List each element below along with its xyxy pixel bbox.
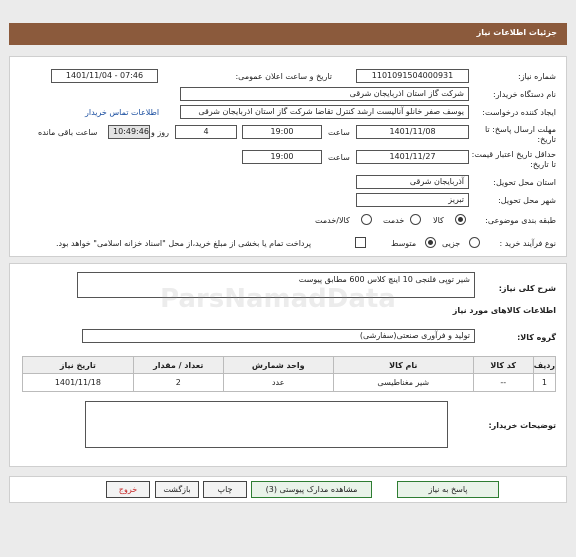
province-label: استان محل تحویل: bbox=[493, 178, 556, 187]
cell-qty: 2 bbox=[132, 373, 224, 392]
city-label: شهر محل تحویل: bbox=[498, 196, 556, 205]
goods-group-field: تولید و فرآوری صنعتی(سفارشی) bbox=[82, 329, 475, 343]
view-attachments-button[interactable]: مشاهده مدارک پیوستی (3) bbox=[251, 481, 372, 498]
treasury-note: پرداخت تمام یا بخشی از مبلغ خرید،از محل … bbox=[56, 239, 312, 248]
days-label: روز و bbox=[151, 128, 169, 137]
buyer-contact-link[interactable]: اطلاعات تماس خریدار bbox=[85, 108, 159, 117]
deadline-label: مهلت ارسال پاسخ: تا تاریخ: bbox=[484, 125, 556, 144]
category-both-label: کالا/خدمت bbox=[315, 216, 350, 225]
category-service-label: خدمت bbox=[383, 216, 405, 225]
city-field: تبریز bbox=[356, 193, 469, 207]
need-number-field: 1101091504000931 bbox=[356, 69, 469, 83]
cell-code: -- bbox=[472, 373, 534, 392]
process-medium-radio[interactable] bbox=[425, 237, 436, 248]
page-title: جزئیات اطلاعات نیاز bbox=[476, 28, 557, 37]
print-button[interactable]: چاپ bbox=[203, 481, 247, 498]
buyer-notes-label: توضیحات خریدار: bbox=[488, 421, 556, 430]
need-info-panel: شماره نیاز: 1101091504000931 تاریخ و ساع… bbox=[9, 56, 567, 257]
cell-need-date: 1401/11/18 bbox=[22, 373, 134, 392]
process-medium-label: متوسط bbox=[391, 239, 417, 248]
validity-time-label: ساعت bbox=[328, 153, 350, 162]
col-unit: واحد شمارش bbox=[222, 356, 334, 374]
table-row: 1 -- شیر مغناطیسی عدد 2 1401/11/18 bbox=[22, 373, 557, 392]
creator-field: یوسف صفر خانلو آنالیست ارشد کنترل تقاضا … bbox=[180, 105, 469, 119]
back-button[interactable]: بازگشت bbox=[155, 481, 199, 498]
deadline-time-field: 19:00 bbox=[242, 125, 322, 139]
col-name: نام کالا bbox=[332, 356, 474, 374]
col-qty: تعداد / مقدار bbox=[132, 356, 224, 374]
summary-label: شرح کلی نیاز: bbox=[498, 284, 556, 293]
announce-date-field: 1401/11/04 - 07:46 bbox=[51, 69, 158, 83]
validity-date-field: 1401/11/27 bbox=[356, 150, 469, 164]
process-type-label: نوع فرآیند خرید : bbox=[499, 239, 556, 248]
buyer-org-label: نام دستگاه خریدار: bbox=[493, 90, 556, 99]
col-code: کد کالا bbox=[472, 356, 534, 374]
reply-button[interactable]: پاسخ به نیاز bbox=[397, 481, 499, 498]
goods-group-label: گروه کالا: bbox=[517, 333, 556, 342]
category-label: طبقه بندی موضوعی: bbox=[485, 216, 556, 225]
category-service-radio[interactable] bbox=[410, 214, 421, 225]
process-minor-label: جزیی bbox=[442, 239, 461, 248]
page-header: جزئیات اطلاعات نیاز bbox=[9, 23, 567, 45]
category-both-radio[interactable] bbox=[361, 214, 372, 225]
deadline-time-label: ساعت bbox=[328, 128, 350, 137]
remaining-days-field: 4 bbox=[175, 125, 237, 139]
buyer-notes-field bbox=[85, 401, 448, 448]
buyer-org-field: شرکت گاز استان اذربایجان شرقی bbox=[180, 87, 469, 101]
remaining-time-label: ساعت باقی مانده bbox=[38, 128, 98, 137]
need-details-panel: شرح کلی نیاز: شیر توپی فلنجی 10 اینچ کلا… bbox=[9, 263, 567, 467]
goods-info-title: اطلاعات کالاهای مورد نیاز bbox=[452, 306, 556, 315]
province-field: آذربایجان شرقی bbox=[356, 175, 469, 189]
col-need-date: تاریخ نیاز bbox=[22, 356, 134, 374]
actions-bar: پاسخ به نیاز مشاهده مدارک پیوستی (3) چاپ… bbox=[9, 476, 567, 503]
announce-date-label: تاریخ و ساعت اعلان عمومی: bbox=[235, 72, 332, 81]
goods-table-header: ردیف کد کالا نام کالا واحد شمارش تعداد /… bbox=[22, 356, 557, 374]
validity-label: حداقل تاریخ اعتبار قیمت: تا تاریخ: bbox=[471, 150, 556, 169]
deadline-date-field: 1401/11/08 bbox=[356, 125, 469, 139]
cell-name: شیر مغناطیسی bbox=[332, 373, 474, 392]
creator-label: ایجاد کننده درخواست: bbox=[482, 108, 556, 117]
col-row: ردیف bbox=[532, 356, 557, 374]
category-goods-label: کالا bbox=[433, 216, 444, 225]
goods-table: ردیف کد کالا نام کالا واحد شمارش تعداد /… bbox=[22, 356, 557, 392]
remaining-time-field: 10:49:46 bbox=[108, 125, 150, 139]
process-minor-radio[interactable] bbox=[469, 237, 480, 248]
need-number-label: شماره نیاز: bbox=[518, 72, 556, 81]
category-goods-radio[interactable] bbox=[455, 214, 466, 225]
exit-button[interactable]: خروج bbox=[106, 481, 150, 498]
cell-row: 1 bbox=[532, 373, 557, 392]
treasury-checkbox[interactable] bbox=[355, 237, 366, 248]
cell-unit: عدد bbox=[222, 373, 334, 392]
validity-time-field: 19:00 bbox=[242, 150, 322, 164]
watermark: ParsNamadData bbox=[160, 284, 396, 314]
